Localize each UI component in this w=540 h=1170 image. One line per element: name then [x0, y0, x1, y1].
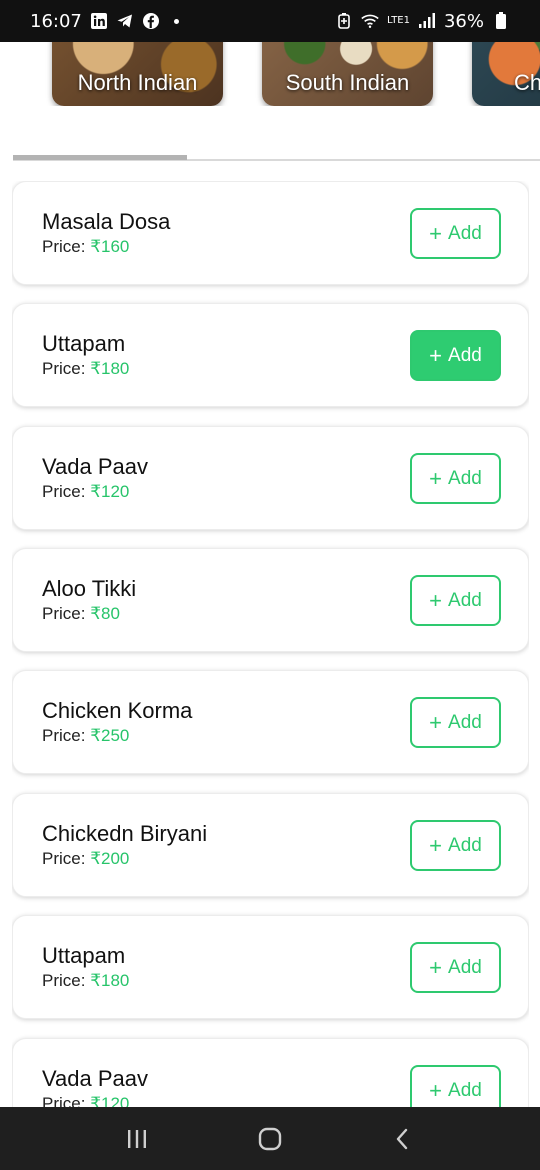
menu-item: Uttapam Price: ₹180 + Add	[12, 303, 529, 407]
battery-icon	[492, 12, 510, 30]
item-price-row: Price: ₹250	[42, 726, 129, 746]
category-label: Ch	[514, 70, 540, 95]
status-bar: 16:07 LTE1 36%	[0, 0, 540, 42]
plus-icon: +	[429, 220, 443, 246]
home-icon[interactable]	[240, 1119, 300, 1159]
menu-list[interactable]: Masala Dosa Price: ₹160 + Add Uttapam Pri…	[12, 181, 529, 1107]
item-price: ₹200	[90, 849, 130, 868]
item-price-row: Price: ₹120	[42, 482, 129, 502]
add-label: Add	[448, 956, 482, 978]
item-price: ₹160	[90, 237, 130, 256]
facebook-icon	[142, 12, 160, 30]
add-button[interactable]: + Add	[410, 575, 501, 626]
add-button-pressed[interactable]: + Add	[410, 330, 501, 381]
price-label: Price:	[42, 726, 86, 745]
add-label: Add	[448, 344, 482, 366]
item-price: ₹180	[90, 971, 130, 990]
price-label: Price:	[42, 971, 86, 990]
linkedin-icon	[90, 12, 108, 30]
add-label: Add	[448, 467, 482, 489]
add-label: Add	[448, 222, 482, 244]
item-name: Vada Paav	[42, 1066, 149, 1091]
recent-apps-icon[interactable]	[107, 1119, 167, 1159]
plus-icon: +	[429, 954, 443, 980]
price-label: Price:	[42, 359, 86, 378]
price-label: Price:	[42, 849, 86, 868]
notification-dot	[173, 18, 179, 24]
wifi-icon	[361, 12, 379, 30]
menu-item: Aloo Tikki Price: ₹80 + Add	[12, 548, 529, 652]
price-label: Price:	[42, 604, 86, 623]
tab-active-indicator	[13, 155, 187, 160]
signal-icon	[418, 12, 436, 30]
category-label: South Indian	[285, 70, 410, 95]
add-button[interactable]: + Add	[410, 942, 501, 993]
item-name: Chickedn Biryani	[42, 821, 208, 846]
add-label: Add	[448, 589, 482, 611]
item-name: Uttapam	[42, 943, 126, 968]
item-price: ₹250	[90, 726, 130, 745]
price-label: Price:	[42, 1094, 86, 1107]
item-name: Vada Paav	[42, 454, 149, 479]
plus-icon: +	[429, 465, 443, 491]
category-card-partial[interactable]: Ch	[472, 42, 540, 106]
item-name: Masala Dosa	[42, 209, 171, 234]
battery-percent: 36%	[443, 10, 484, 32]
category-card-north-indian[interactable]: North Indian	[52, 42, 223, 106]
add-label: Add	[448, 834, 482, 856]
system-nav-bar	[0, 1107, 540, 1170]
item-name: Aloo Tikki	[42, 576, 137, 601]
add-button[interactable]: + Add	[410, 208, 501, 259]
clock: 16:07	[30, 10, 82, 32]
item-price: ₹120	[90, 482, 130, 501]
menu-item: Chicken Korma Price: ₹250 + Add	[12, 670, 529, 774]
add-button[interactable]: + Add	[410, 453, 501, 504]
item-price: ₹80	[90, 604, 120, 623]
plus-icon: +	[429, 709, 443, 735]
item-price-row: Price: ₹120	[42, 1094, 129, 1107]
plus-icon: +	[429, 342, 443, 368]
category-card-south-indian[interactable]: South Indian	[262, 42, 433, 106]
item-name: Uttapam	[42, 331, 126, 356]
item-price-row: Price: ₹200	[42, 849, 129, 869]
item-price: ₹180	[90, 359, 130, 378]
item-price-row: Price: ₹80	[42, 604, 120, 624]
menu-item: Vada Paav Price: ₹120 + Add	[12, 1038, 529, 1107]
price-label: Price:	[42, 482, 86, 501]
item-price-row: Price: ₹180	[42, 971, 129, 991]
menu-item: Chickedn Biryani Price: ₹200 + Add	[12, 793, 529, 897]
category-carousel[interactable]: North Indian South Indian Ch	[0, 42, 540, 106]
telegram-icon	[116, 12, 134, 30]
item-price-row: Price: ₹160	[42, 237, 129, 257]
category-label: North Indian	[77, 70, 198, 95]
add-button[interactable]: + Add	[410, 1065, 501, 1107]
network-label: LTE1	[387, 15, 410, 26]
add-label: Add	[448, 711, 482, 733]
item-name: Chicken Korma	[42, 698, 193, 723]
menu-item: Uttapam Price: ₹180 + Add	[12, 915, 529, 1019]
battery-saver-icon	[335, 12, 353, 30]
item-price: ₹120	[90, 1094, 130, 1107]
menu-item: Masala Dosa Price: ₹160 + Add	[12, 181, 529, 285]
price-label: Price:	[42, 237, 86, 256]
menu-item: Vada Paav Price: ₹120 + Add	[12, 426, 529, 530]
add-button[interactable]: + Add	[410, 820, 501, 871]
plus-icon: +	[429, 587, 443, 613]
add-label: Add	[448, 1079, 482, 1101]
add-button[interactable]: + Add	[410, 697, 501, 748]
item-price-row: Price: ₹180	[42, 359, 129, 379]
plus-icon: +	[429, 832, 443, 858]
plus-icon: +	[429, 1077, 443, 1103]
back-icon[interactable]	[373, 1119, 433, 1159]
